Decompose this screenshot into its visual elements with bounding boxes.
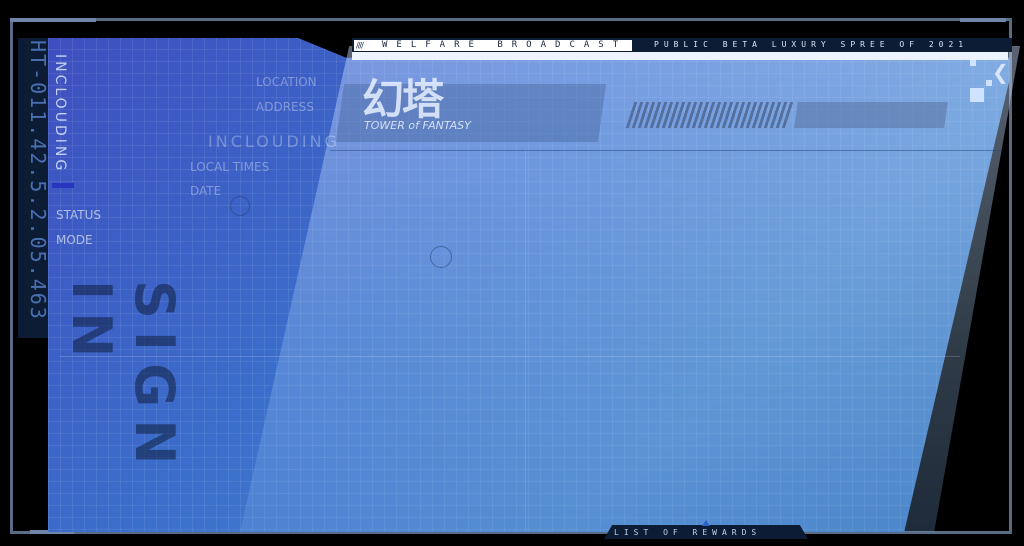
sign-in-title: SIGN IN bbox=[60, 280, 186, 477]
square-decoration bbox=[970, 88, 984, 102]
rewards-label[interactable]: LIST OF REWARDS bbox=[614, 528, 761, 537]
event-frame: HT-011.42.5.2.05.463 //// WELFARE BROADC… bbox=[0, 0, 1024, 546]
caret-up-icon bbox=[702, 520, 710, 526]
status-label: STATUS bbox=[56, 208, 102, 222]
tick-marks: //// bbox=[356, 41, 364, 50]
corner-accent-top-right bbox=[960, 18, 1006, 22]
broadcast-label: WELFARE BROADCAST bbox=[382, 40, 628, 50]
vertical-label: INCLOUDING bbox=[52, 54, 68, 174]
game-logo: 幻塔 bbox=[362, 75, 444, 124]
location-label: LOCATION bbox=[256, 75, 317, 89]
mode-label: MODE bbox=[56, 233, 93, 247]
divider bbox=[525, 150, 526, 530]
address-label: ADDRESS bbox=[256, 100, 314, 114]
square-decoration bbox=[970, 60, 976, 66]
divider bbox=[330, 150, 1002, 151]
rail-code: HT-011.42.5.2.05.463 bbox=[26, 40, 50, 321]
stripe-decoration bbox=[794, 102, 948, 128]
spree-label: PUBLIC BETA LUXURY SPREE OF 2021 bbox=[654, 40, 969, 49]
accent-mark bbox=[52, 183, 74, 188]
ring-decoration bbox=[430, 246, 452, 268]
game-logo-subtitle: TOWER of FANTASY bbox=[364, 119, 471, 132]
ring-decoration bbox=[230, 196, 250, 216]
corner-accent-top-left bbox=[10, 18, 96, 22]
date-label: DATE bbox=[190, 184, 222, 198]
broadcast-underline bbox=[352, 52, 1008, 60]
divider bbox=[60, 356, 960, 357]
local-times-label: LOCAL TIMES bbox=[190, 160, 270, 174]
back-arrow-icon[interactable]: ❮ bbox=[992, 60, 1009, 84]
stripe-decoration bbox=[625, 102, 795, 128]
section-heading: INCLOUDING bbox=[208, 132, 340, 151]
